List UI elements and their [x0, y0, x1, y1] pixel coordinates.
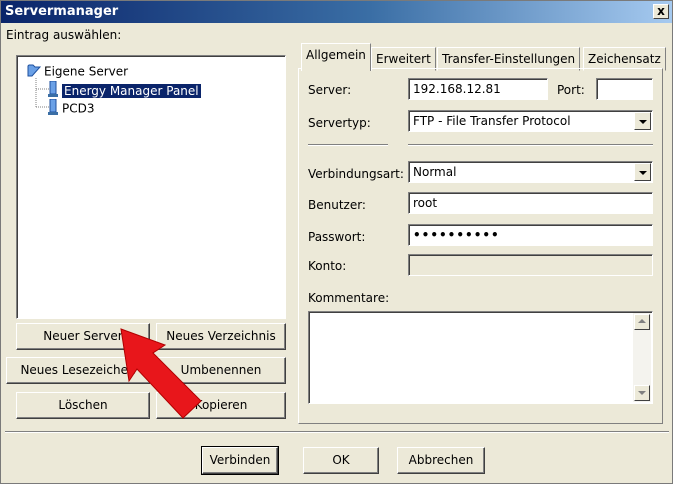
account-input[interactable]: [408, 254, 653, 276]
tree-root-item[interactable]: Eigene Server: [27, 63, 128, 79]
separator-left: [308, 144, 388, 146]
server-type-label: Servertyp:: [308, 116, 371, 130]
annotation-arrow-icon: [120, 328, 202, 419]
chevron-down-icon[interactable]: [634, 112, 651, 130]
footer-separator: [5, 431, 669, 433]
server-icon: [47, 98, 59, 119]
close-button[interactable]: x: [653, 4, 669, 19]
select-entry-label: Eintrag auswählen:: [6, 28, 122, 42]
server-icon: [47, 80, 59, 101]
tree-item-label: PCD3: [62, 101, 95, 116]
close-icon: x: [657, 4, 665, 18]
account-label: Konto:: [308, 259, 347, 273]
comments-textarea[interactable]: [308, 311, 653, 404]
port-input[interactable]: [596, 78, 653, 100]
server-label: Server:: [308, 83, 352, 97]
scroll-down-icon[interactable]: [634, 385, 650, 401]
server-tree[interactable]: Eigene Server Energy Manager Panel PCD3: [16, 55, 286, 319]
title-bar[interactable]: Servermanager x: [1, 1, 672, 23]
connection-type-select[interactable]: Normal: [408, 161, 653, 183]
password-value: ••••••••••: [413, 228, 500, 242]
separator-right: [408, 144, 653, 146]
tree-root-label: Eigene Server: [44, 64, 129, 79]
tree-item-pcd3[interactable]: PCD3: [47, 98, 95, 116]
server-type-select[interactable]: FTP - File Transfer Protocol: [408, 110, 653, 132]
connection-type-value: Normal: [413, 165, 457, 179]
port-label: Port:: [557, 83, 585, 97]
scrollbar[interactable]: [633, 313, 651, 402]
server-type-value: FTP - File Transfer Protocol: [413, 114, 571, 128]
cancel-button[interactable]: Abbrechen: [397, 447, 485, 474]
scroll-up-icon[interactable]: [634, 314, 650, 330]
user-label: Benutzer:: [308, 198, 366, 212]
password-input[interactable]: ••••••••••: [408, 224, 653, 246]
servermanager-window: Servermanager x Eintrag auswählen: Eigen…: [0, 0, 673, 484]
ok-button[interactable]: OK: [303, 447, 379, 474]
chevron-down-icon[interactable]: [634, 163, 651, 181]
user-input[interactable]: root: [408, 192, 653, 214]
tab-allgemein[interactable]: Allgemein: [301, 43, 371, 71]
user-value: root: [413, 196, 438, 210]
tree-item-energy-manager-panel[interactable]: Energy Manager Panel: [47, 80, 201, 98]
server-input[interactable]: 192.168.12.81: [408, 78, 548, 100]
connection-type-label: Verbindungsart:: [308, 167, 404, 181]
server-value: 192.168.12.81: [413, 82, 501, 96]
password-label: Passwort:: [308, 230, 366, 244]
connect-button[interactable]: Verbinden: [201, 446, 279, 475]
window-title: Servermanager: [5, 4, 119, 19]
comments-label: Kommentare:: [308, 291, 390, 305]
tree-item-label: Energy Manager Panel: [62, 83, 201, 98]
